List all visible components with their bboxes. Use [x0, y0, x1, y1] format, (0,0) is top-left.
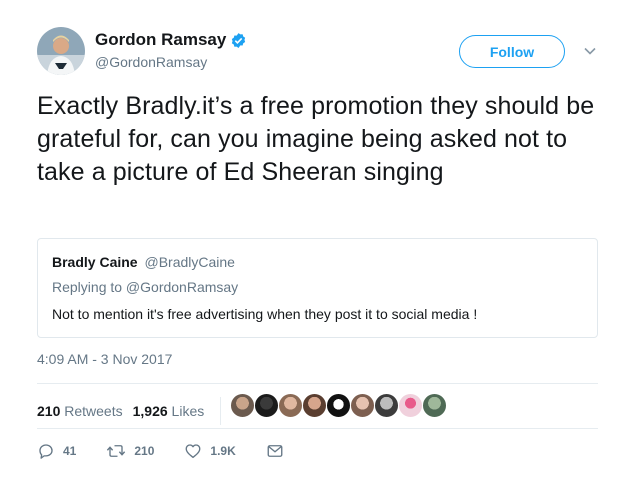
user-info: Gordon Ramsay @GordonRamsay — [95, 30, 247, 70]
chevron-down-icon[interactable] — [583, 44, 597, 58]
follow-button[interactable]: Follow — [459, 35, 565, 68]
quoted-tweet-author: Bradly Caine @BradlyCaine — [52, 254, 235, 270]
divider — [37, 428, 598, 429]
reply-icon — [39, 444, 53, 459]
liker-avatar[interactable] — [230, 393, 255, 418]
avatar[interactable] — [37, 27, 85, 75]
likes-stat[interactable]: 1,926 Likes — [133, 403, 205, 419]
quoted-tweet[interactable]: Bradly Caine @BradlyCaine Replying to @G… — [37, 238, 598, 338]
liker-avatar[interactable] — [254, 393, 279, 418]
liker-avatar[interactable] — [422, 393, 447, 418]
liker-avatar[interactable] — [398, 393, 423, 418]
like-icon — [185, 444, 201, 459]
liker-avatar[interactable] — [374, 393, 399, 418]
liker-avatar[interactable] — [326, 393, 351, 418]
retweet-icon — [107, 445, 126, 457]
verified-badge-icon — [232, 32, 246, 48]
divider — [37, 383, 598, 384]
tweet-header: Gordon Ramsay @GordonRamsay Follow — [37, 27, 607, 77]
liker-avatar[interactable] — [302, 393, 327, 418]
retweet-button[interactable]: 210 — [106, 442, 154, 460]
like-count: 1.9K — [210, 444, 236, 458]
user-handle[interactable]: @GordonRamsay — [95, 54, 247, 70]
tweet-stats: 210 Retweets 1,926 Likes — [37, 397, 233, 425]
reply-button[interactable]: 41 — [37, 442, 76, 460]
display-name[interactable]: Gordon Ramsay — [95, 30, 247, 50]
quoted-author-name: Bradly Caine — [52, 254, 138, 270]
quoted-author-handle: @BradlyCaine — [144, 254, 235, 270]
quoted-replying-to[interactable]: Replying to @GordonRamsay — [52, 279, 238, 295]
likers-facepile — [230, 393, 447, 418]
like-button[interactable]: 1.9K — [184, 442, 236, 460]
stats-separator — [220, 397, 222, 425]
quoted-tweet-text: Not to mention it's free advertising whe… — [52, 306, 478, 322]
tweet-actions: 41 210 1.9K — [37, 442, 322, 460]
direct-message-button[interactable] — [266, 442, 292, 460]
retweet-count: 210 — [134, 444, 155, 458]
liker-avatar[interactable] — [278, 393, 303, 418]
direct-message-icon — [267, 445, 283, 457]
tweet-text: Exactly Bradly.it’s a free promotion the… — [37, 92, 595, 186]
tweet-timestamp[interactable]: 4:09 AM - 3 Nov 2017 — [37, 351, 172, 367]
liker-avatar[interactable] — [350, 393, 375, 418]
retweets-stat[interactable]: 210 Retweets — [37, 403, 123, 419]
reply-count: 41 — [63, 444, 77, 458]
